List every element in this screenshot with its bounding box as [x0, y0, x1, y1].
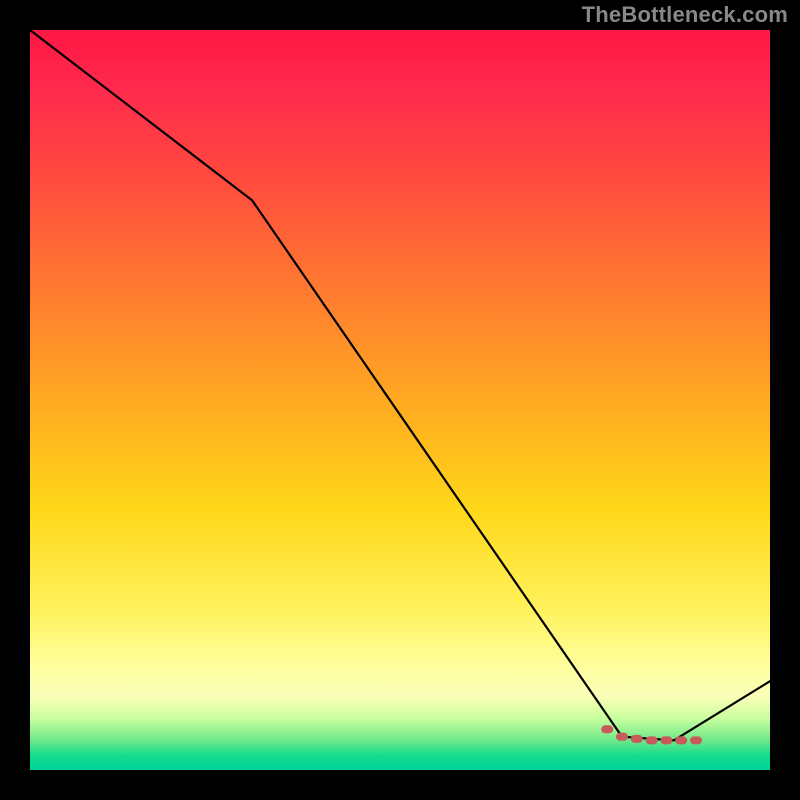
red-dot [616, 733, 628, 741]
series-black-line [30, 30, 770, 740]
plot-area [30, 30, 770, 770]
chart-svg [30, 30, 770, 770]
chart-frame: TheBottleneck.com [0, 0, 800, 800]
red-dot [675, 736, 687, 744]
red-dot [690, 736, 702, 744]
red-dot [631, 735, 643, 743]
red-dot [660, 736, 672, 744]
watermark-text: TheBottleneck.com [582, 2, 788, 28]
red-dot [601, 725, 613, 733]
red-dot [646, 736, 658, 744]
